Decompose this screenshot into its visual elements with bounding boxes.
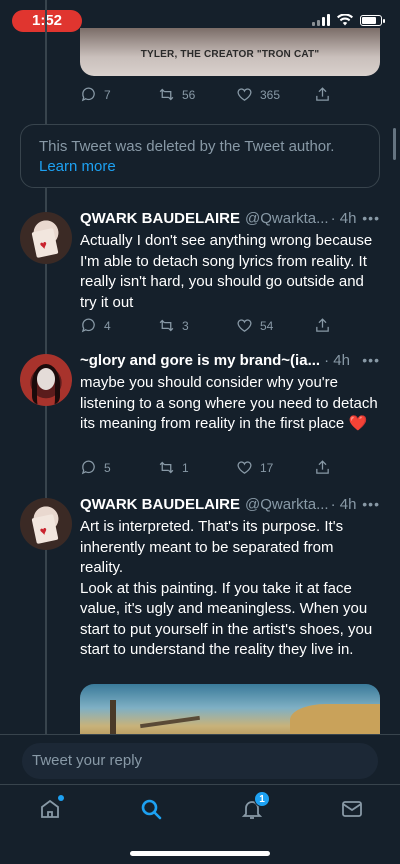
tweet-paragraph-text: maybe you should consider why you're lis… — [80, 374, 378, 432]
retweet-button[interactable]: 3 — [158, 317, 236, 334]
bottom-tab-bar: 1 — [0, 784, 400, 864]
tweet-header: ~glory and gore is my brand~(ia... · 4h … — [80, 352, 380, 369]
tweet-header: QWARK BAUDELAIRE @Qwarkta... · 4h ••• — [80, 210, 380, 227]
more-options-icon[interactable]: ••• — [362, 352, 380, 368]
retweet-button[interactable]: 1 — [158, 459, 236, 476]
heart-icon — [237, 88, 252, 101]
avatar[interactable]: ♥ — [20, 498, 72, 550]
cellular-signal-icon — [312, 14, 330, 26]
more-options-icon[interactable]: ••• — [362, 210, 380, 226]
tweet-author-name[interactable]: QWARK BAUDELAIRE — [80, 210, 240, 227]
reply-input[interactable]: Tweet your reply — [22, 743, 378, 779]
tweet-author-handle: @Qwarkta... — [245, 496, 329, 513]
share-icon — [316, 87, 329, 101]
retweet-count: 3 — [182, 318, 189, 333]
reply-button[interactable]: 5 — [80, 459, 158, 476]
new-content-dot — [58, 795, 64, 801]
reply-button[interactable]: 7 — [80, 86, 158, 103]
tweet-media-image[interactable]: TYLER, THE CREATOR "TRON CAT" — [80, 28, 380, 76]
tweet-text: maybe you should consider why you're lis… — [80, 373, 378, 435]
home-indicator[interactable] — [130, 851, 270, 856]
status-time: 1:52 — [12, 10, 82, 32]
tweet-paragraph: Art is interpreted. That's its purpose. … — [80, 518, 344, 576]
search-icon — [141, 799, 162, 820]
tab-home[interactable] — [38, 795, 64, 821]
share-button[interactable] — [314, 459, 331, 476]
reply-count: 5 — [104, 460, 111, 475]
media-caption: TYLER, THE CREATOR "TRON CAT" — [140, 49, 320, 60]
share-button[interactable] — [314, 86, 331, 103]
tweet-paragraph: maybe you should consider why you're lis… — [80, 373, 378, 435]
tab-notifications[interactable]: 1 — [240, 791, 270, 821]
retweet-icon — [159, 319, 174, 332]
like-button[interactable]: 17 — [236, 459, 314, 476]
like-count: 17 — [260, 460, 274, 475]
heart-icon — [237, 319, 252, 332]
tweet-paragraph: Actually I don't see anything wrong beca… — [80, 232, 373, 311]
red-heart-emoji: ❤️ — [348, 415, 368, 432]
scrollbar[interactable] — [393, 128, 396, 160]
avatar[interactable]: ♥ — [20, 212, 72, 264]
heart-icon — [237, 461, 252, 474]
tab-search[interactable] — [139, 797, 163, 821]
tweet-text: Actually I don't see anything wrong beca… — [80, 231, 378, 313]
avatar[interactable] — [20, 354, 72, 406]
deleted-tweet-notice: This Tweet was deleted by the Tweet auth… — [20, 124, 380, 188]
learn-more-link[interactable]: Learn more — [39, 157, 361, 177]
share-icon — [316, 460, 329, 474]
like-button[interactable]: 365 — [236, 86, 314, 103]
reply-count: 7 — [104, 87, 111, 102]
more-options-icon[interactable]: ••• — [362, 496, 380, 512]
share-button[interactable] — [314, 317, 331, 334]
tweet-timestamp: · 4h — [330, 210, 357, 227]
status-icons — [312, 14, 385, 26]
home-icon — [41, 799, 59, 818]
retweet-button[interactable]: 56 — [158, 86, 236, 103]
tweet-author-handle: @Qwarkta... — [245, 210, 329, 227]
retweet-count: 1 — [182, 460, 189, 475]
battery-icon — [360, 14, 385, 26]
tweet-timestamp: · 4h — [330, 496, 357, 513]
wifi-icon — [337, 14, 353, 26]
retweet-count: 56 — [182, 87, 196, 102]
tweet-actions: 5 1 17 — [80, 459, 350, 476]
tweet-text: Art is interpreted. That's its purpose. … — [80, 517, 378, 661]
retweet-icon — [159, 461, 174, 474]
tweet-author-name[interactable]: QWARK BAUDELAIRE — [80, 496, 240, 513]
retweet-icon — [159, 88, 174, 101]
reply-button[interactable]: 4 — [80, 317, 158, 334]
reply-bar: Tweet your reply — [0, 734, 400, 784]
like-button[interactable]: 54 — [236, 317, 314, 334]
reply-count: 4 — [104, 318, 111, 333]
share-icon — [316, 318, 329, 332]
reply-icon — [81, 460, 95, 475]
like-count: 54 — [260, 318, 274, 333]
messages-icon — [342, 801, 362, 817]
tab-messages[interactable] — [340, 797, 364, 821]
deleted-tweet-text: This Tweet was deleted by the Tweet auth… — [39, 138, 335, 155]
tweet-actions: 7 56 365 — [80, 86, 350, 103]
tweet-timestamp: · 4h — [324, 352, 350, 369]
like-count: 365 — [260, 87, 281, 102]
reply-icon — [81, 318, 95, 333]
tweet-author-name[interactable]: ~glory and gore is my brand~(ia... — [80, 352, 320, 369]
tweet-header: QWARK BAUDELAIRE @Qwarkta... · 4h ••• — [80, 496, 380, 513]
tweet-actions: 4 3 54 — [80, 317, 350, 334]
notification-badge: 1 — [254, 791, 270, 807]
reply-icon — [81, 87, 95, 102]
tweet-paragraph: Look at this painting. If you take it at… — [80, 579, 373, 659]
